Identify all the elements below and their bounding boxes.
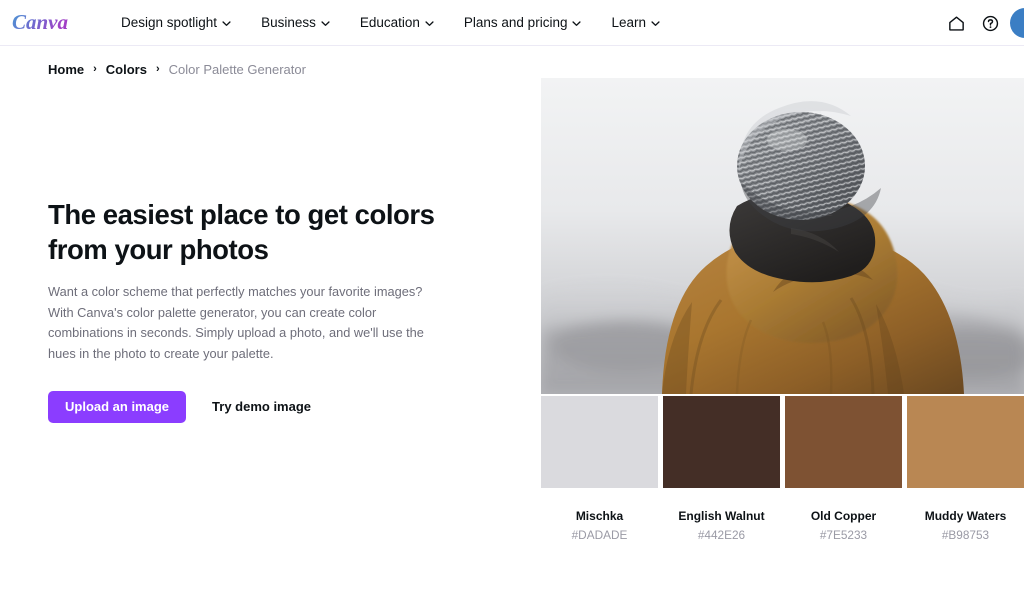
palette-label-item: Muddy Waters #B98753: [907, 508, 1024, 544]
swatch-english-walnut[interactable]: [663, 396, 780, 488]
nav-item-label: Learn: [611, 15, 646, 30]
nav-item-education[interactable]: Education: [345, 9, 449, 36]
color-hex[interactable]: #7E5233: [785, 527, 902, 544]
page-title: The easiest place to get colors from you…: [48, 199, 435, 265]
palette-label-item: English Walnut #442E26: [663, 508, 780, 544]
color-hex[interactable]: #B98753: [907, 527, 1024, 544]
nav-actions: [942, 0, 1024, 46]
swatch-mischka[interactable]: [541, 396, 658, 488]
chevron-down-icon: [651, 19, 660, 28]
hero-actions: Upload an image Try demo image: [48, 390, 541, 423]
nav-item-label: Design spotlight: [121, 15, 218, 30]
breadcrumb-item-colors[interactable]: Colors: [106, 62, 147, 77]
palette-labels: Mischka #DADADE English Walnut #442E26 O…: [541, 508, 1024, 544]
palette-swatches: [541, 396, 1024, 488]
palette-preview-panel: Mischka #DADADE English Walnut #442E26 O…: [541, 78, 1024, 544]
canva-logo[interactable]: Canva: [12, 10, 84, 36]
account-signup-button[interactable]: [1010, 8, 1024, 38]
breadcrumb-separator: ›: [155, 62, 160, 75]
breadcrumb-item-current: Color Palette Generator: [168, 61, 306, 77]
nav-item-plans-and-pricing[interactable]: Plans and pricing: [449, 9, 597, 36]
color-name: English Walnut: [678, 509, 765, 523]
chevron-down-icon: [222, 19, 231, 28]
try-demo-image-button[interactable]: Try demo image: [208, 391, 315, 423]
svg-text:Canva: Canva: [12, 10, 68, 34]
color-hex[interactable]: #DADADE: [541, 527, 658, 544]
nav-item-business[interactable]: Business: [246, 9, 345, 36]
preview-photo: [541, 78, 1024, 394]
nav-item-design-spotlight[interactable]: Design spotlight: [106, 9, 246, 36]
chevron-down-icon: [425, 19, 434, 28]
nav-item-label: Plans and pricing: [463, 15, 568, 30]
home-icon[interactable]: [942, 9, 970, 37]
nav-item-label: Business: [261, 15, 316, 30]
palette-label-item: Mischka #DADADE: [541, 508, 658, 544]
help-icon[interactable]: [976, 9, 1004, 37]
nav-menu: Design spotlight Business Education Plan…: [106, 9, 675, 36]
hero-text-column: The easiest place to get colors from you…: [0, 78, 541, 608]
breadcrumb-item-home[interactable]: Home: [48, 62, 84, 77]
main-content: The easiest place to get colors from you…: [0, 78, 1024, 608]
color-name: Muddy Waters: [924, 509, 1007, 523]
nav-item-label: Education: [359, 15, 420, 30]
palette-label-item: Old Copper #7E5233: [785, 508, 902, 544]
breadcrumb: Home › Colors › Color Palette Generator: [0, 46, 1024, 78]
color-name: Old Copper: [810, 509, 877, 523]
nav-item-learn[interactable]: Learn: [596, 9, 675, 36]
color-hex[interactable]: #442E26: [663, 527, 780, 544]
color-name: Mischka: [575, 509, 624, 523]
upload-an-image-button[interactable]: Upload an image: [48, 390, 187, 423]
chevron-down-icon: [572, 19, 582, 28]
breadcrumb-separator: ›: [93, 62, 97, 75]
swatch-muddy-waters[interactable]: [907, 396, 1024, 488]
swatch-old-copper[interactable]: [785, 396, 902, 488]
chevron-down-icon: [321, 19, 330, 28]
hero-description: Want a color scheme that perfectly match…: [48, 283, 424, 361]
top-navigation-bar: Canva Design spotlight Business Educatio…: [0, 0, 1024, 46]
